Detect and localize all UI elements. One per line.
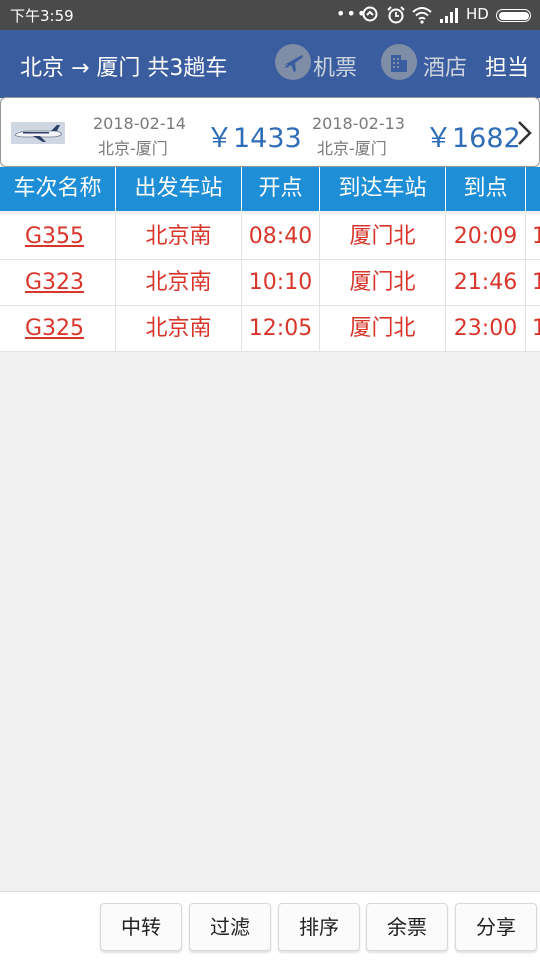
- header-bar: 北京 → 厦门 共3趟车 机票 酒店 担当: [0, 30, 540, 98]
- arrive-time: 20:09: [446, 214, 526, 260]
- column-header-train[interactable]: 车次名称: [0, 167, 116, 211]
- flight-date: 2018-02-13: [312, 114, 405, 133]
- depart-time: 10:10: [242, 260, 320, 306]
- depart-station: 北京南: [116, 306, 242, 352]
- messenger-icon: [362, 6, 378, 28]
- sort-button[interactable]: 排序: [278, 903, 360, 951]
- status-time: 下午3:59: [10, 7, 74, 25]
- arrive-station: 厦门北: [320, 214, 446, 260]
- column-header-arrive-time[interactable]: 到点: [446, 167, 526, 211]
- train-number-link[interactable]: G355: [0, 214, 116, 260]
- battery-icon: [496, 9, 531, 22]
- depart-station: 北京南: [116, 214, 242, 260]
- flight-date: 2018-02-14: [93, 114, 186, 133]
- column-header-depart-station[interactable]: 出发车站: [116, 167, 242, 211]
- plane-icon[interactable]: [275, 44, 311, 80]
- table-row[interactable]: G325 北京南 12:05 厦门北 23:00 1: [0, 306, 540, 352]
- depart-time: 12:05: [242, 306, 320, 352]
- remaining-tickets-button[interactable]: 余票: [366, 903, 448, 951]
- share-button[interactable]: 分享: [455, 903, 537, 951]
- flight-route: 北京-厦门: [98, 139, 168, 158]
- column-header-depart-time[interactable]: 开点: [242, 167, 320, 211]
- arrive-station: 厦门北: [320, 260, 446, 306]
- column-header-arrive-station[interactable]: 到达车站: [320, 167, 446, 211]
- hotel-button[interactable]: 酒店: [423, 50, 467, 82]
- extra-cell: 1: [526, 306, 540, 352]
- extra-cell: 1: [526, 260, 540, 306]
- table-header: 车次名称 出发车站 开点 到达车站 到点: [0, 167, 540, 211]
- depart-station: 北京南: [116, 260, 242, 306]
- status-bar: 下午3:59 ••• HD: [0, 0, 540, 30]
- building-icon[interactable]: [381, 44, 417, 80]
- arrive-time: 23:00: [446, 306, 526, 352]
- page-title: 北京 → 厦门 共3趟车: [20, 56, 228, 81]
- flight-price: ￥1682: [425, 123, 521, 154]
- airplane-image: [11, 122, 65, 148]
- alarm-icon: [387, 6, 405, 28]
- depart-time: 08:40: [242, 214, 320, 260]
- network-type: HD: [466, 5, 489, 23]
- chevron-right-icon[interactable]: [515, 120, 533, 150]
- more-button[interactable]: 担当: [485, 50, 529, 82]
- transfer-button[interactable]: 中转: [100, 903, 182, 951]
- filter-button[interactable]: 过滤: [189, 903, 271, 951]
- signal-icon: [439, 6, 461, 28]
- flight-banner[interactable]: 2018-02-14 北京-厦门 ￥1433 2018-02-13 北京-厦门 …: [0, 97, 540, 167]
- train-number-link[interactable]: G323: [0, 260, 116, 306]
- flight-price: ￥1433: [206, 123, 302, 154]
- flight-route: 北京-厦门: [317, 139, 387, 158]
- train-number-link[interactable]: G325: [0, 306, 116, 352]
- table-row[interactable]: G355 北京南 08:40 厦门北 20:09 1: [0, 214, 540, 260]
- extra-cell: 1: [526, 214, 540, 260]
- arrive-station: 厦门北: [320, 306, 446, 352]
- flight-ticket-button[interactable]: 机票: [313, 50, 357, 82]
- arrive-time: 21:46: [446, 260, 526, 306]
- table-row[interactable]: G323 北京南 10:10 厦门北 21:46 1: [0, 260, 540, 306]
- wifi-icon: [412, 6, 432, 28]
- column-header-more[interactable]: [526, 167, 540, 211]
- bottom-toolbar: 中转 过滤 排序 余票 分享: [0, 891, 540, 960]
